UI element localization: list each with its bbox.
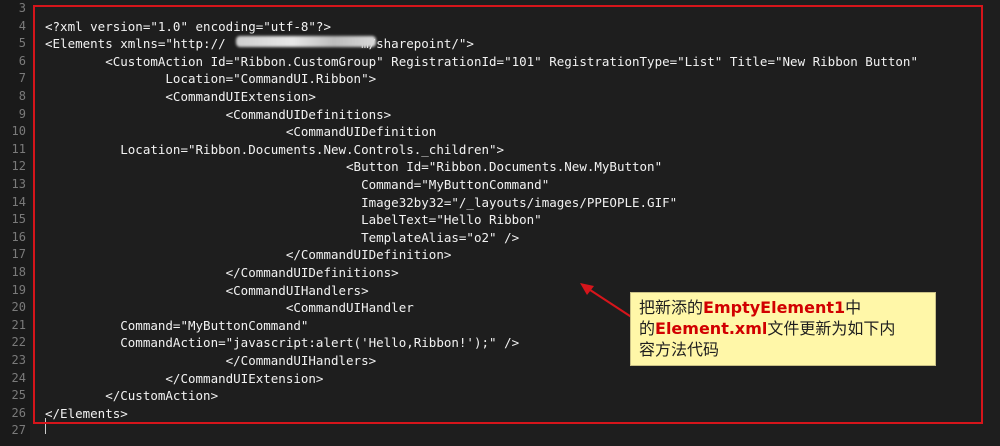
code-line[interactable]: 12 <Button Id="Ribbon.Documents.New.MyBu… — [0, 158, 1000, 176]
code-line[interactable]: 26 </Elements> — [0, 405, 1000, 423]
line-number: 23 — [11, 353, 26, 367]
code-line[interactable]: 8 <CommandUIExtension> — [0, 88, 1000, 106]
line-number: 10 — [11, 124, 26, 139]
code-line[interactable]: 11 Location="Ribbon.Documents.New.Contro… — [0, 141, 1000, 159]
note-text-4: 文件更新为如下内 — [767, 319, 896, 338]
code-text[interactable]: Location="Ribbon.Documents.New.Controls.… — [45, 141, 504, 159]
line-number: 26 — [11, 405, 26, 420]
line-number: 16 — [11, 229, 26, 244]
line-number: 27 — [11, 423, 26, 438]
code-text[interactable]: Command="MyButtonCommand" — [45, 317, 308, 335]
code-line[interactable]: 15 LabelText="Hello Ribbon" — [0, 211, 1000, 229]
line-number: 14 — [11, 194, 26, 209]
code-editor[interactable]: 3 4 <?xml version="1.0" encoding="utf-8"?>… — [0, 0, 1000, 446]
line-number: 13 — [11, 177, 26, 191]
code-line[interactable]: 5 <Elements xmlns="http:// m/sharepoint/"… — [0, 35, 1000, 53]
code-text[interactable]: </CustomAction> — [45, 387, 218, 405]
code-text[interactable]: Location="CommandUI.Ribbon"> — [45, 70, 376, 88]
line-number: 4 — [18, 18, 26, 33]
line-number: 17 — [11, 247, 26, 262]
line-number: 7 — [18, 71, 26, 86]
code-line[interactable]: 4 <?xml version="1.0" encoding="utf-8"?> — [0, 18, 1000, 36]
code-text[interactable]: <CommandUIHandlers> — [45, 282, 369, 300]
code-line[interactable]: 16 TemplateAlias="o2" /> — [0, 229, 1000, 247]
note-text-5: 容方法代码 — [639, 340, 720, 359]
line-number: 5 — [18, 36, 26, 51]
line-number: 25 — [11, 388, 26, 403]
code-text[interactable]: Command="MyButtonCommand" — [45, 176, 549, 194]
code-line[interactable]: 24 </CommandUIExtension> — [0, 370, 1000, 388]
code-line[interactable]: 9 <CommandUIDefinitions> — [0, 106, 1000, 124]
line-number: 6 — [18, 53, 26, 68]
code-line[interactable]: 17 </CommandUIDefinition> — [0, 246, 1000, 264]
note-text-1: 把新添的 — [639, 298, 704, 317]
code-line[interactable]: 13 Command="MyButtonCommand" — [0, 176, 1000, 194]
code-text[interactable]: </CommandUIExtension> — [45, 370, 323, 388]
code-line[interactable]: 10 <CommandUIDefinition — [0, 123, 1000, 141]
line-number: 24 — [11, 370, 26, 385]
line-number: 19 — [11, 282, 26, 297]
code-text[interactable]: <CommandUIDefinition — [45, 123, 437, 141]
code-text[interactable]: <?xml version="1.0" encoding="utf-8"?> — [45, 18, 331, 36]
code-line[interactable]: 6 <CustomAction Id="Ribbon.CustomGroup" … — [0, 53, 1000, 71]
code-text[interactable]: <CommandUIHandler — [45, 299, 414, 317]
code-text[interactable]: </CommandUIDefinitions> — [45, 264, 399, 282]
code-text[interactable]: TemplateAlias="o2" /> — [45, 229, 519, 247]
line-number: 22 — [11, 335, 26, 350]
note-highlight-1: EmptyElement1 — [703, 298, 846, 317]
line-number: 18 — [11, 265, 26, 279]
code-text[interactable]: <CommandUIExtension> — [45, 88, 316, 106]
code-text[interactable]: <Button Id="Ribbon.Documents.New.MyButto… — [45, 158, 662, 176]
line-number: 21 — [11, 317, 26, 332]
note-text-3: 的 — [639, 319, 656, 338]
code-line[interactable]: 25 </CustomAction> — [0, 387, 1000, 405]
line-number: 11 — [11, 141, 26, 156]
code-line[interactable]: 27 — [0, 422, 1000, 440]
note-highlight-2: Element.xml — [655, 319, 768, 338]
line-number: 3 — [18, 1, 26, 15]
line-number: 20 — [11, 300, 26, 315]
text-cursor — [45, 418, 46, 434]
note-text-2: 中 — [845, 298, 862, 317]
code-text[interactable]: </Elements> — [45, 405, 128, 423]
code-text[interactable]: CommandAction="javascript:alert('Hello,R… — [45, 334, 519, 352]
redacted-url — [236, 36, 376, 47]
line-number: 12 — [11, 159, 26, 174]
line-number: 15 — [11, 212, 26, 227]
line-number: 8 — [18, 89, 26, 103]
annotation-note: 把新添的EmptyElement1中 的Element.xml文件更新为如下内 … — [630, 292, 936, 366]
code-text[interactable]: LabelText="Hello Ribbon" — [45, 211, 542, 229]
code-text[interactable]: </CommandUIDefinition> — [45, 246, 452, 264]
code-text[interactable]: </CommandUIHandlers> — [45, 352, 377, 370]
code-line[interactable]: 3 — [0, 0, 1000, 18]
code-text[interactable]: Image32by32="/_layouts/images/PPEOPLE.GI… — [45, 194, 677, 212]
code-line[interactable]: 7 Location="CommandUI.Ribbon"> — [0, 70, 1000, 88]
code-text[interactable]: <CustomAction Id="Ribbon.CustomGroup" Re… — [45, 53, 918, 71]
line-number: 9 — [18, 106, 26, 121]
code-text[interactable]: <CommandUIDefinitions> — [45, 106, 392, 124]
code-line[interactable]: 14 Image32by32="/_layouts/images/PPEOPLE… — [0, 194, 1000, 212]
code-line[interactable]: 18 </CommandUIDefinitions> — [0, 264, 1000, 282]
